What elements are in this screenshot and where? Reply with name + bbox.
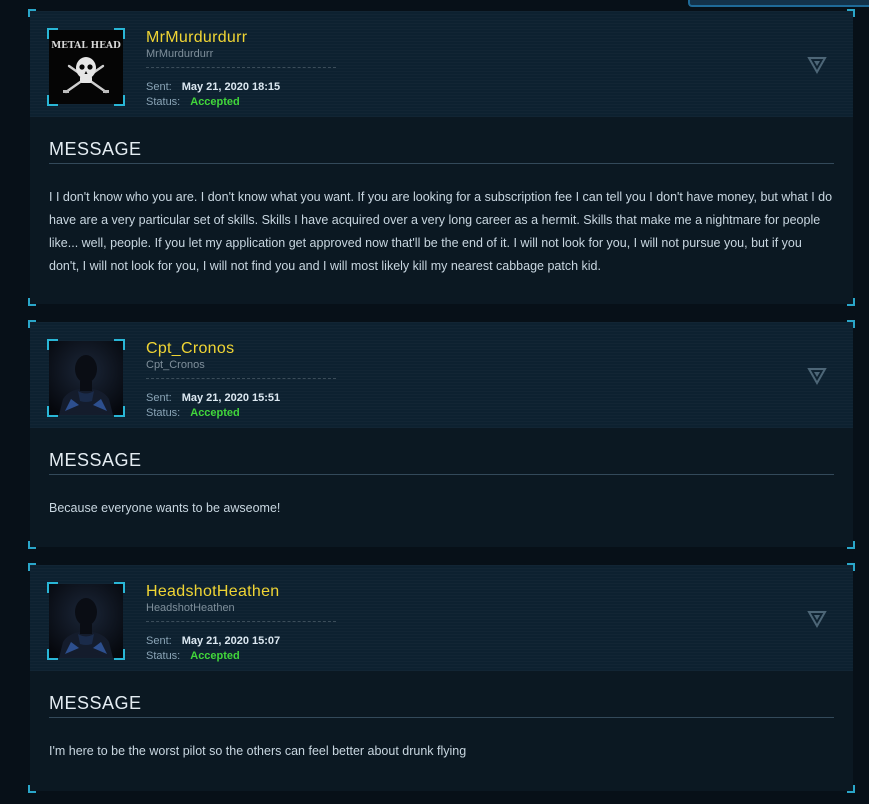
sent-row: Sent: May 21, 2020 15:07 [146, 635, 280, 647]
status-row: Status: Accepted [146, 650, 240, 662]
corner-accent [28, 298, 36, 306]
sent-date: May 21, 2020 18:15 [181, 81, 281, 93]
pilot-silhouette-icon [49, 341, 123, 415]
divider [146, 67, 336, 68]
status-badge: Accepted [190, 96, 240, 108]
sent-label: Sent: [146, 392, 172, 404]
divider [146, 378, 336, 379]
card-header: HeadshotHeathen HeadshotHeathen Sent: May… [30, 565, 853, 671]
corner-accent [28, 541, 36, 549]
message-title: MESSAGE [49, 139, 834, 164]
sent-label: Sent: [146, 81, 172, 93]
message-title: MESSAGE [49, 450, 834, 475]
status-badge: Accepted [190, 407, 240, 419]
chevron-down-triangle-icon[interactable] [807, 610, 827, 628]
user-handle: Cpt_Cronos [146, 359, 205, 371]
corner-accent [847, 541, 855, 549]
corner-accent [28, 785, 36, 793]
card-header: METAL HEAD MrMurdurdurr MrMurdurdurr Sen… [30, 11, 853, 117]
message-text: Because everyone wants to be awseome! [49, 501, 281, 515]
chevron-down-triangle-icon[interactable] [807, 56, 827, 74]
pilot-silhouette-icon [49, 584, 123, 658]
application-card: HeadshotHeathen HeadshotHeathen Sent: May… [28, 563, 855, 793]
status-label: Status: [146, 96, 181, 108]
corner-accent [847, 785, 855, 793]
divider [146, 621, 336, 622]
status-row: Status: Accepted [146, 96, 240, 108]
status-badge: Accepted [190, 650, 240, 662]
message-section: MESSAGE I I don't know who you are. I do… [30, 117, 853, 278]
sent-date: May 21, 2020 15:07 [181, 635, 281, 647]
sent-date: May 21, 2020 15:51 [181, 392, 281, 404]
message-text: I I don't know who you are. I don't know… [49, 190, 833, 273]
user-handle: HeadshotHeathen [146, 602, 235, 614]
skull-avatar-icon: METAL HEAD [49, 30, 123, 104]
chevron-down-triangle-icon[interactable] [807, 367, 827, 385]
status-label: Status: [146, 650, 181, 662]
sent-row: Sent: May 21, 2020 15:51 [146, 392, 280, 404]
message-section: MESSAGE I'm here to be the worst pilot s… [30, 671, 853, 763]
avatar[interactable] [47, 582, 125, 660]
message-text: I'm here to be the worst pilot so the ot… [49, 744, 467, 758]
username-link[interactable]: MrMurdurdurr [146, 29, 247, 47]
avatar[interactable] [47, 339, 125, 417]
card-header: Cpt_Cronos Cpt_Cronos Sent: May 21, 2020 … [30, 322, 853, 428]
status-row: Status: Accepted [146, 407, 240, 419]
application-card: Cpt_Cronos Cpt_Cronos Sent: May 21, 2020 … [28, 320, 855, 549]
username-link[interactable]: Cpt_Cronos [146, 340, 234, 358]
sent-row: Sent: May 21, 2020 18:15 [146, 81, 280, 93]
avatar[interactable]: METAL HEAD [47, 28, 125, 106]
top-tab-edge [688, 0, 869, 7]
user-handle: MrMurdurdurr [146, 48, 214, 60]
username-link[interactable]: HeadshotHeathen [146, 583, 279, 601]
corner-accent [847, 298, 855, 306]
sent-label: Sent: [146, 635, 172, 647]
message-section: MESSAGE Because everyone wants to be aws… [30, 428, 853, 520]
status-label: Status: [146, 407, 181, 419]
application-card: METAL HEAD MrMurdurdurr MrMurdurdurr Sen… [28, 9, 855, 306]
svg-text:METAL HEAD: METAL HEAD [51, 41, 121, 51]
message-title: MESSAGE [49, 693, 834, 718]
